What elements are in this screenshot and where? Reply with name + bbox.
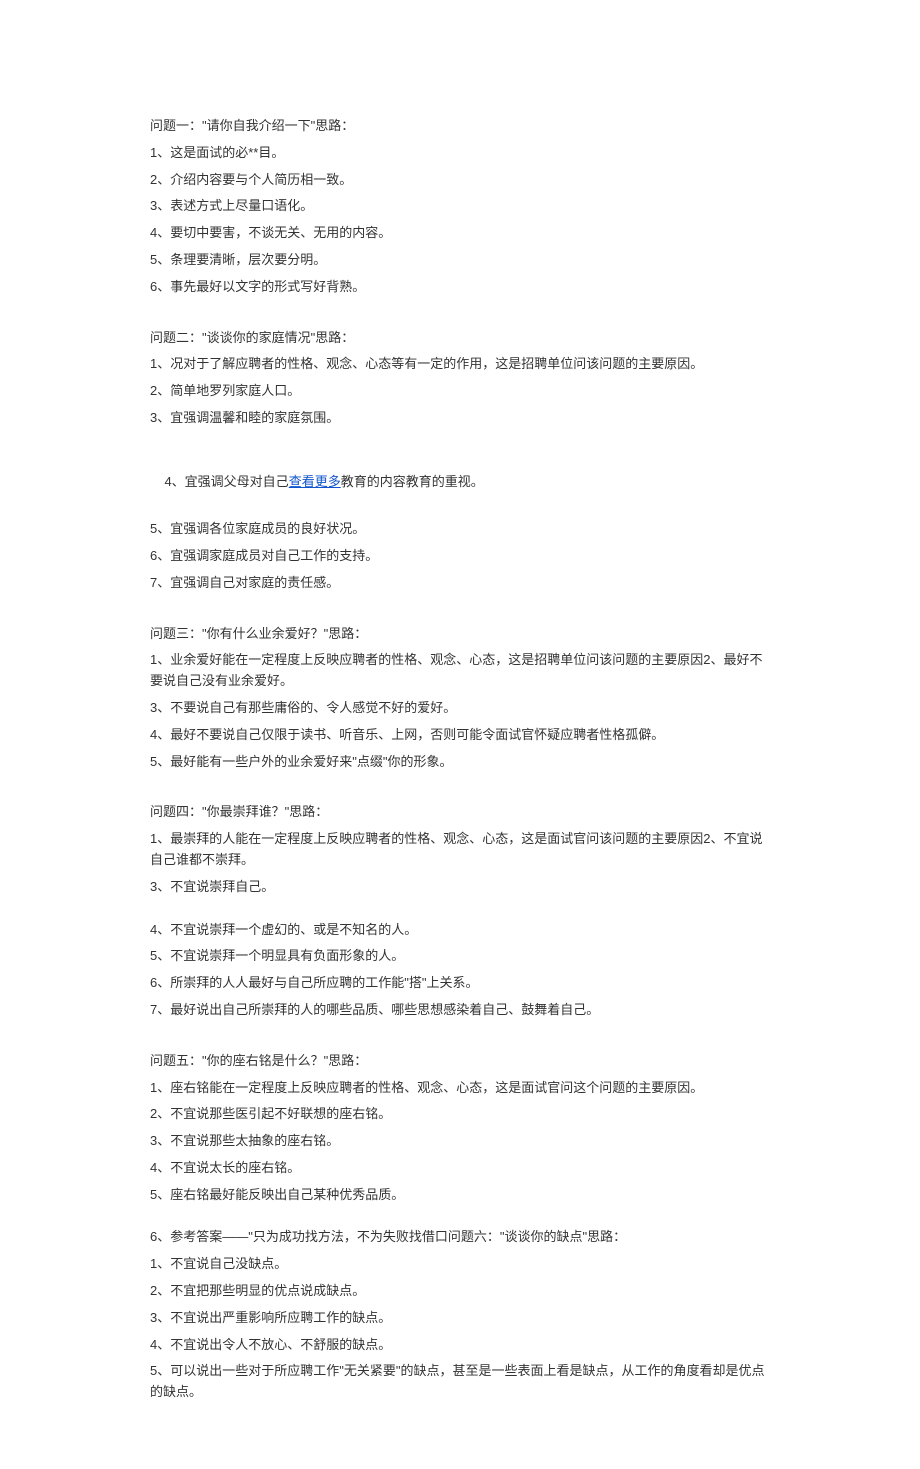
q6-first: 6、参考答案——"只为成功找方法，不为失败找借口问题六："谈谈你的缺点"思路： [150,1227,770,1248]
q6-item: 2、不宜把那些明显的优点说成缺点。 [150,1281,770,1302]
q2-link-pre: 4、宜强调父母对自己 [164,474,288,489]
q2-item: 7、宜强调自己对家庭的责任感。 [150,573,770,594]
q1-item: 1、这是面试的必**目。 [150,143,770,164]
q5-item: 3、不宜说那些太抽象的座右铭。 [150,1131,770,1152]
q5-title: 问题五："你的座右铭是什么？"思路： [150,1051,770,1072]
q3-item: 3、不要说自己有那些庸俗的、令人感觉不好的爱好。 [150,698,770,719]
q4-item: 1、最崇拜的人能在一定程度上反映应聘者的性格、观念、心态，这是面试官问该问题的主… [150,829,770,871]
q3-title: 问题三："你有什么业余爱好？"思路： [150,624,770,645]
q2-item: 3、宜强调温馨和睦的家庭氛围。 [150,408,770,429]
q4-item: 6、所崇拜的人人最好与自己所应聘的工作能"搭"上关系。 [150,973,770,994]
q2-item-with-link: 4、宜强调父母对自己查看更多教育的内容教育的重视。 [150,451,770,513]
q5-item: 2、不宜说那些医引起不好联想的座右铭。 [150,1104,770,1125]
view-more-link[interactable]: 查看更多 [289,474,341,489]
q1-item: 4、要切中要害，不谈无关、无用的内容。 [150,223,770,244]
q3-item: 4、最好不要说自己仅限于读书、听音乐、上网，否则可能令面试官怀疑应聘者性格孤僻。 [150,725,770,746]
q3-item: 5、最好能有一些户外的业余爱好来"点缀"你的形象。 [150,752,770,773]
q1-title: 问题一："请你自我介绍一下"思路： [150,116,770,137]
q1-item: 5、条理要清晰，层次要分明。 [150,250,770,271]
q2-item: 1、况对于了解应聘者的性格、观念、心态等有一定的作用，这是招聘单位问该问题的主要… [150,354,770,375]
q5-item: 1、座右铭能在一定程度上反映应聘者的性格、观念、心态，这是面试官问这个问题的主要… [150,1078,770,1099]
q4-item: 4、不宜说崇拜一个虚幻的、或是不知名的人。 [150,920,770,941]
q3-item: 1、业余爱好能在一定程度上反映应聘者的性格、观念、心态，这是招聘单位问该问题的主… [150,650,770,692]
q4-title: 问题四："你最崇拜谁？"思路： [150,802,770,823]
q1-item: 3、表述方式上尽量口语化。 [150,196,770,217]
q6-item: 4、不宜说出令人不放心、不舒服的缺点。 [150,1335,770,1356]
q2-title: 问题二："谈谈你的家庭情况"思路： [150,328,770,349]
q2-item: 6、宜强调家庭成员对自己工作的支持。 [150,546,770,567]
document-page: 问题一："请你自我介绍一下"思路： 1、这是面试的必**目。 2、介绍内容要与个… [0,0,920,1469]
q2-item: 2、简单地罗列家庭人口。 [150,381,770,402]
q1-item: 6、事先最好以文字的形式写好背熟。 [150,277,770,298]
q1-item: 2、介绍内容要与个人简历相一致。 [150,170,770,191]
q6-item: 3、不宜说出严重影响所应聘工作的缺点。 [150,1308,770,1329]
q4-item: 3、不宜说崇拜自己。 [150,877,770,898]
q5-item: 5、座右铭最好能反映出自己某种优秀品质。 [150,1185,770,1206]
q6-item: 5、可以说出一些对于所应聘工作"无关紧要"的缺点，甚至是一些表面上看是缺点，从工… [150,1361,770,1403]
q5-item: 4、不宜说太长的座右铭。 [150,1158,770,1179]
q4-item: 7、最好说出自己所崇拜的人的哪些品质、哪些思想感染着自己、鼓舞着自己。 [150,1000,770,1021]
q4-item: 5、不宜说崇拜一个明显具有负面形象的人。 [150,946,770,967]
q6-item: 1、不宜说自己没缺点。 [150,1254,770,1275]
q2-item: 5、宜强调各位家庭成员的良好状况。 [150,519,770,540]
q2-link-post: 教育的内容教育的重视。 [341,474,484,489]
